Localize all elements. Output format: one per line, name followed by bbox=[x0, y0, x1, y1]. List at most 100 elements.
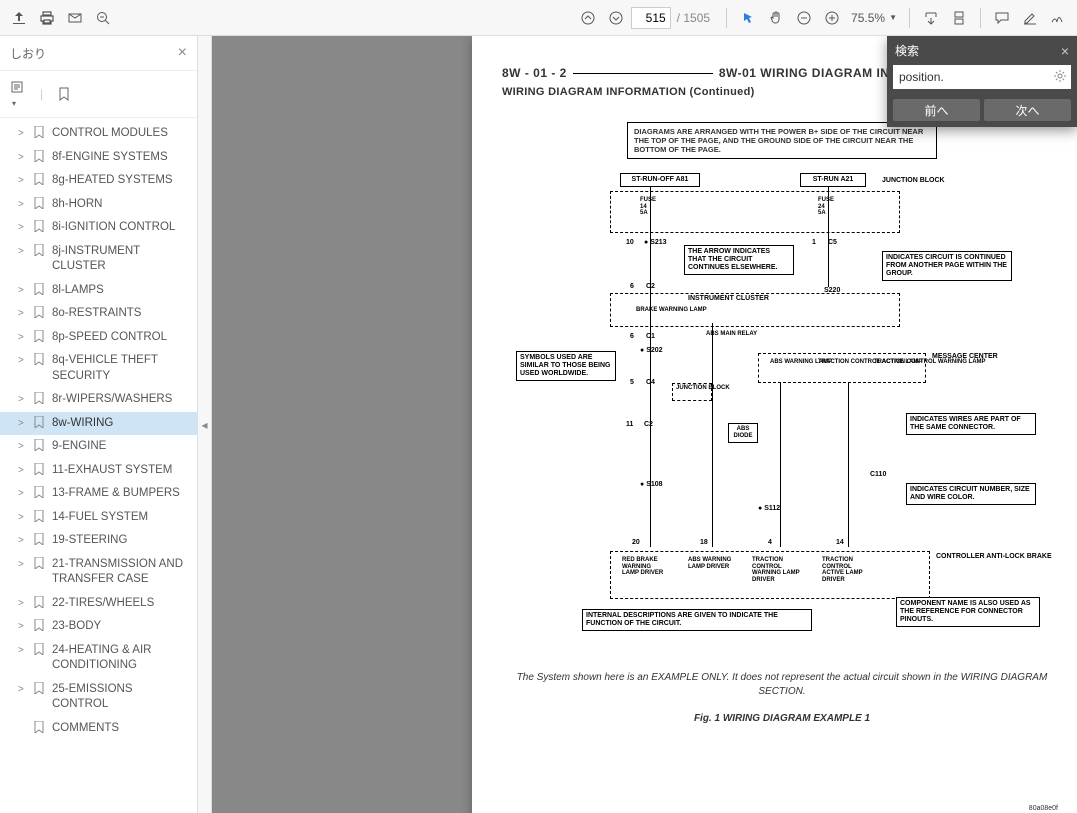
highlight-icon[interactable] bbox=[1017, 5, 1043, 31]
bookmark-tool-icon[interactable] bbox=[57, 87, 71, 101]
bookmark-item[interactable]: >8q-VEHICLE THEFT SECURITY bbox=[0, 349, 197, 388]
bookmark-item[interactable]: >8l-LAMPS bbox=[0, 279, 197, 303]
bookmark-label: 22-TIRES/WHEELS bbox=[52, 596, 189, 612]
main-toolbar: / 1505 75.5%▼ bbox=[0, 0, 1077, 36]
bookmark-item[interactable]: >22-TIRES/WHEELS bbox=[0, 592, 197, 616]
bookmark-list: >CONTROL MODULES>8f-ENGINE SYSTEMS>8g-HE… bbox=[0, 118, 197, 813]
comment-icon[interactable] bbox=[989, 5, 1015, 31]
chevron-right-icon: > bbox=[18, 127, 28, 141]
bookmark-item[interactable]: >8f-ENGINE SYSTEMS bbox=[0, 146, 197, 170]
chevron-right-icon: > bbox=[18, 331, 28, 345]
bookmark-icon bbox=[34, 392, 46, 404]
bookmarks-sidebar: しおり × ▾ | >CONTROL MODULES>8f-ENGINE SYS… bbox=[0, 36, 198, 813]
upload-icon[interactable] bbox=[6, 5, 32, 31]
bookmark-item[interactable]: > CONTROL MODULES bbox=[0, 122, 197, 146]
chevron-right-icon: > bbox=[18, 597, 28, 611]
bookmark-icon bbox=[34, 721, 46, 733]
bookmark-label: 9-ENGINE bbox=[52, 439, 189, 455]
bookmark-item[interactable]: >25-EMISSIONS CONTROL bbox=[0, 678, 197, 717]
page-code: 80a08e0f bbox=[1029, 805, 1058, 812]
bookmark-item[interactable]: >8j-INSTRUMENT CLUSTER bbox=[0, 240, 197, 279]
bookmark-icon bbox=[34, 619, 46, 631]
outline-options-icon[interactable]: ▾ bbox=[10, 79, 26, 109]
bookmark-item[interactable]: >8h-HORN bbox=[0, 193, 197, 217]
collapse-sidebar-handle[interactable]: ◂ bbox=[198, 36, 212, 813]
bookmark-item[interactable]: >19-STEERING bbox=[0, 529, 197, 553]
bookmark-label: CONTROL MODULES bbox=[52, 126, 189, 142]
document-viewer[interactable]: 8W - 01 - 28W-01 WIRING DIAGRAM INFORMAT… bbox=[212, 36, 1077, 813]
bookmark-label: COMMENTS bbox=[52, 721, 189, 737]
bookmark-item[interactable]: >14-FUEL SYSTEM bbox=[0, 506, 197, 530]
fit-width-icon[interactable] bbox=[918, 5, 944, 31]
bookmark-item[interactable]: >8i-IGNITION CONTROL bbox=[0, 216, 197, 240]
bookmark-icon bbox=[34, 126, 46, 138]
search-input[interactable] bbox=[893, 65, 1071, 89]
bookmark-label: 8w-WIRING bbox=[52, 416, 189, 432]
bookmark-label: 23-BODY bbox=[52, 619, 189, 635]
page-up-icon[interactable] bbox=[575, 5, 601, 31]
bookmark-label: 8g-HEATED SYSTEMS bbox=[52, 173, 189, 189]
bookmark-label: 8r-WIPERS/WASHERS bbox=[52, 392, 189, 408]
figure-caption: The System shown here is an EXAMPLE ONLY… bbox=[502, 671, 1062, 699]
bookmark-item[interactable]: >11-EXHAUST SYSTEM bbox=[0, 459, 197, 483]
bookmark-icon bbox=[34, 353, 46, 365]
pointer-icon[interactable] bbox=[735, 5, 761, 31]
bookmark-label: 21-TRANSMISSION AND TRANSFER CASE bbox=[52, 557, 189, 588]
bookmark-item[interactable]: >8w-WIRING bbox=[0, 412, 197, 436]
bookmark-label: 8l-LAMPS bbox=[52, 283, 189, 299]
search-next-button[interactable]: 次へ bbox=[984, 99, 1071, 121]
bookmark-item[interactable]: >8r-WIPERS/WASHERS bbox=[0, 388, 197, 412]
chevron-right-icon: > bbox=[18, 354, 28, 368]
search-settings-icon[interactable] bbox=[1053, 69, 1067, 83]
close-sidebar-icon[interactable]: × bbox=[178, 44, 187, 62]
chevron-right-icon: > bbox=[18, 221, 28, 235]
scroll-mode-icon[interactable] bbox=[946, 5, 972, 31]
page-total: / 1505 bbox=[677, 11, 710, 25]
bookmark-icon bbox=[34, 643, 46, 655]
bookmark-item[interactable]: >9-ENGINE bbox=[0, 435, 197, 459]
bookmark-label: 8p-SPEED CONTROL bbox=[52, 330, 189, 346]
chevron-right-icon: > bbox=[18, 417, 28, 431]
minus-icon[interactable] bbox=[791, 5, 817, 31]
zoom-out-icon[interactable] bbox=[90, 5, 116, 31]
print-icon[interactable] bbox=[34, 5, 60, 31]
chevron-right-icon: > bbox=[18, 534, 28, 548]
bookmark-icon bbox=[34, 330, 46, 342]
bookmark-item[interactable]: >21-TRANSMISSION AND TRANSFER CASE bbox=[0, 553, 197, 592]
bookmark-icon bbox=[34, 439, 46, 451]
wiring-diagram: ST-RUN-OFF A81 ST-RUN A21 JUNCTION BLOCK… bbox=[502, 173, 1062, 653]
bookmark-icon bbox=[34, 220, 46, 232]
hand-icon[interactable] bbox=[763, 5, 789, 31]
bookmark-item[interactable]: >8p-SPEED CONTROL bbox=[0, 326, 197, 350]
bookmark-icon bbox=[34, 486, 46, 498]
page-number-input[interactable] bbox=[631, 7, 671, 29]
bookmark-item[interactable]: >8g-HEATED SYSTEMS bbox=[0, 169, 197, 193]
chevron-right-icon: > bbox=[18, 307, 28, 321]
diagram-note-top: DIAGRAMS ARE ARRANGED WITH THE POWER B+ … bbox=[627, 122, 937, 159]
plus-icon[interactable] bbox=[819, 5, 845, 31]
chevron-right-icon: > bbox=[18, 151, 28, 165]
page-down-icon[interactable] bbox=[603, 5, 629, 31]
search-prev-button[interactable]: 前へ bbox=[893, 99, 980, 121]
mail-icon[interactable] bbox=[62, 5, 88, 31]
bookmark-label: 24-HEATING & AIR CONDITIONING bbox=[52, 643, 189, 674]
bookmark-item[interactable]: >13-FRAME & BUMPERS bbox=[0, 482, 197, 506]
bookmark-icon bbox=[34, 596, 46, 608]
bookmark-label: 8o-RESTRAINTS bbox=[52, 306, 189, 322]
bookmark-label: 19-STEERING bbox=[52, 533, 189, 549]
bookmark-icon bbox=[34, 510, 46, 522]
bookmark-item[interactable]: >24-HEATING & AIR CONDITIONING bbox=[0, 639, 197, 678]
bookmark-item[interactable]: >8o-RESTRAINTS bbox=[0, 302, 197, 326]
chevron-right-icon: > bbox=[18, 245, 28, 259]
bookmark-label: 8f-ENGINE SYSTEMS bbox=[52, 150, 189, 166]
bookmark-item[interactable]: COMMENTS bbox=[0, 717, 197, 741]
search-panel: 検索 × 前へ 次へ bbox=[887, 36, 1077, 127]
close-search-icon[interactable]: × bbox=[1061, 43, 1069, 59]
chevron-right-icon: > bbox=[18, 393, 28, 407]
zoom-select[interactable]: 75.5%▼ bbox=[847, 9, 901, 27]
bookmark-item[interactable]: >23-BODY bbox=[0, 615, 197, 639]
bookmark-label: 11-EXHAUST SYSTEM bbox=[52, 463, 189, 479]
chevron-right-icon: > bbox=[18, 511, 28, 525]
chevron-right-icon: > bbox=[18, 487, 28, 501]
sign-icon[interactable] bbox=[1045, 5, 1071, 31]
